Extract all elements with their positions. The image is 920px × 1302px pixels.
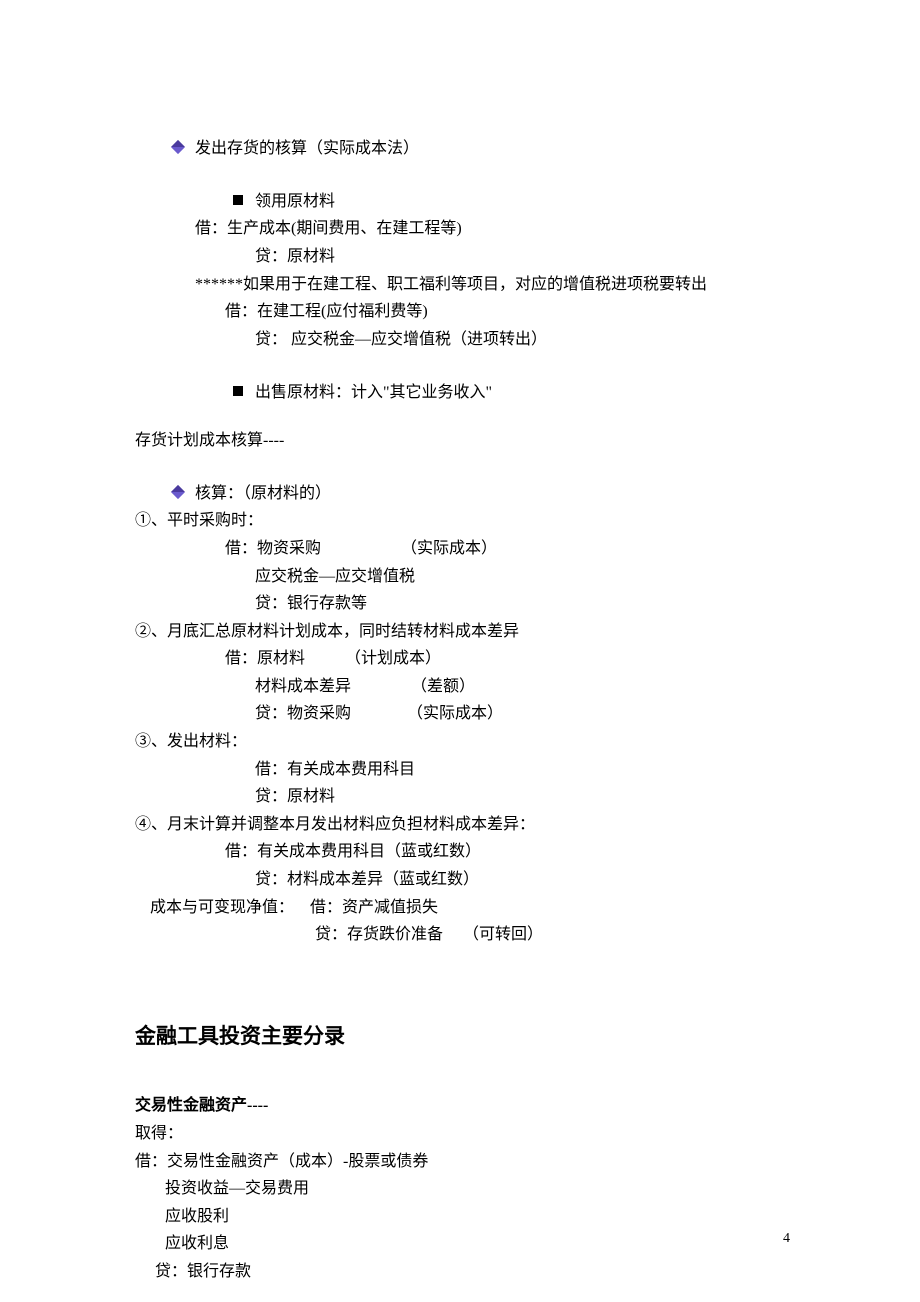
sub-bullet-item: 领用原材料: [135, 163, 785, 214]
square-icon: [233, 195, 243, 205]
text-line: 借：交易性金融资产（成本）-股票或债券: [135, 1149, 785, 1175]
text-line: 投资收益—交易费用: [135, 1176, 785, 1202]
text-line: 借：有关成本费用科目（蓝或红数）: [135, 839, 785, 865]
text-line: 贷： 应交税金—应交增值税（进项转出）: [135, 327, 785, 353]
text-line: 取得：: [135, 1121, 785, 1147]
text-line: 应收股利: [135, 1204, 785, 1230]
sub-bullet-item: 出售原材料：计入"其它业务收入": [135, 354, 785, 405]
section-heading: 金融工具投资主要分录: [135, 1020, 785, 1054]
numbered-item: ③、发出材料：: [135, 729, 785, 755]
diamond-icon: [171, 140, 185, 154]
text-line: 贷：存货跌价准备 （可转回）: [135, 922, 785, 948]
text-line: 借：有关成本费用科目: [135, 757, 785, 783]
bullet-item: 核算：（原材料的）: [135, 455, 785, 506]
text-line: 贷：原材料: [135, 784, 785, 810]
text: 出售原材料：计入"其它业务收入": [255, 384, 492, 401]
text: 发出存货的核算（实际成本法）: [195, 140, 419, 157]
diamond-icon: [171, 485, 185, 499]
text-line: 贷：银行存款等: [135, 591, 785, 617]
section-title: 存货计划成本核算----: [135, 428, 785, 454]
text-line: 材料成本差异 （差额）: [135, 674, 785, 700]
numbered-item: ②、月底汇总原材料计划成本，同时结转材料成本差异: [135, 619, 785, 645]
text-line: 贷：材料成本差异（蓝或红数）: [135, 867, 785, 893]
text-line: 借：原材料 （计划成本）: [135, 646, 785, 672]
page-number: 4: [783, 1228, 790, 1250]
text-line: 应收利息: [135, 1231, 785, 1257]
sub-heading: 交易性金融资产----: [135, 1093, 785, 1119]
bullet-item: 发出存货的核算（实际成本法）: [135, 110, 785, 161]
text-line: 成本与可变现净值： 借：资产减值损失: [135, 895, 785, 921]
numbered-item: ④、月末计算并调整本月发出材料应负担材料成本差异：: [135, 812, 785, 838]
text-line: 贷：物资采购 （实际成本）: [135, 701, 785, 727]
text: 核算：（原材料的）: [195, 485, 331, 502]
text-line: 贷：原材料: [135, 244, 785, 270]
text-line: 贷：银行存款: [135, 1259, 785, 1285]
text-line: 应交税金—应交增值税: [135, 564, 785, 590]
text: 领用原材料: [255, 193, 335, 210]
square-icon: [233, 386, 243, 396]
numbered-item: ①、平时采购时：: [135, 508, 785, 534]
text-line: 借：物资采购 （实际成本）: [135, 536, 785, 562]
text-line: 借：在建工程(应付福利费等): [135, 299, 785, 325]
text-line: ******如果用于在建工程、职工福利等项目，对应的增值税进项税要转出: [135, 272, 785, 298]
text-line: 借：生产成本(期间费用、在建工程等): [135, 216, 785, 242]
